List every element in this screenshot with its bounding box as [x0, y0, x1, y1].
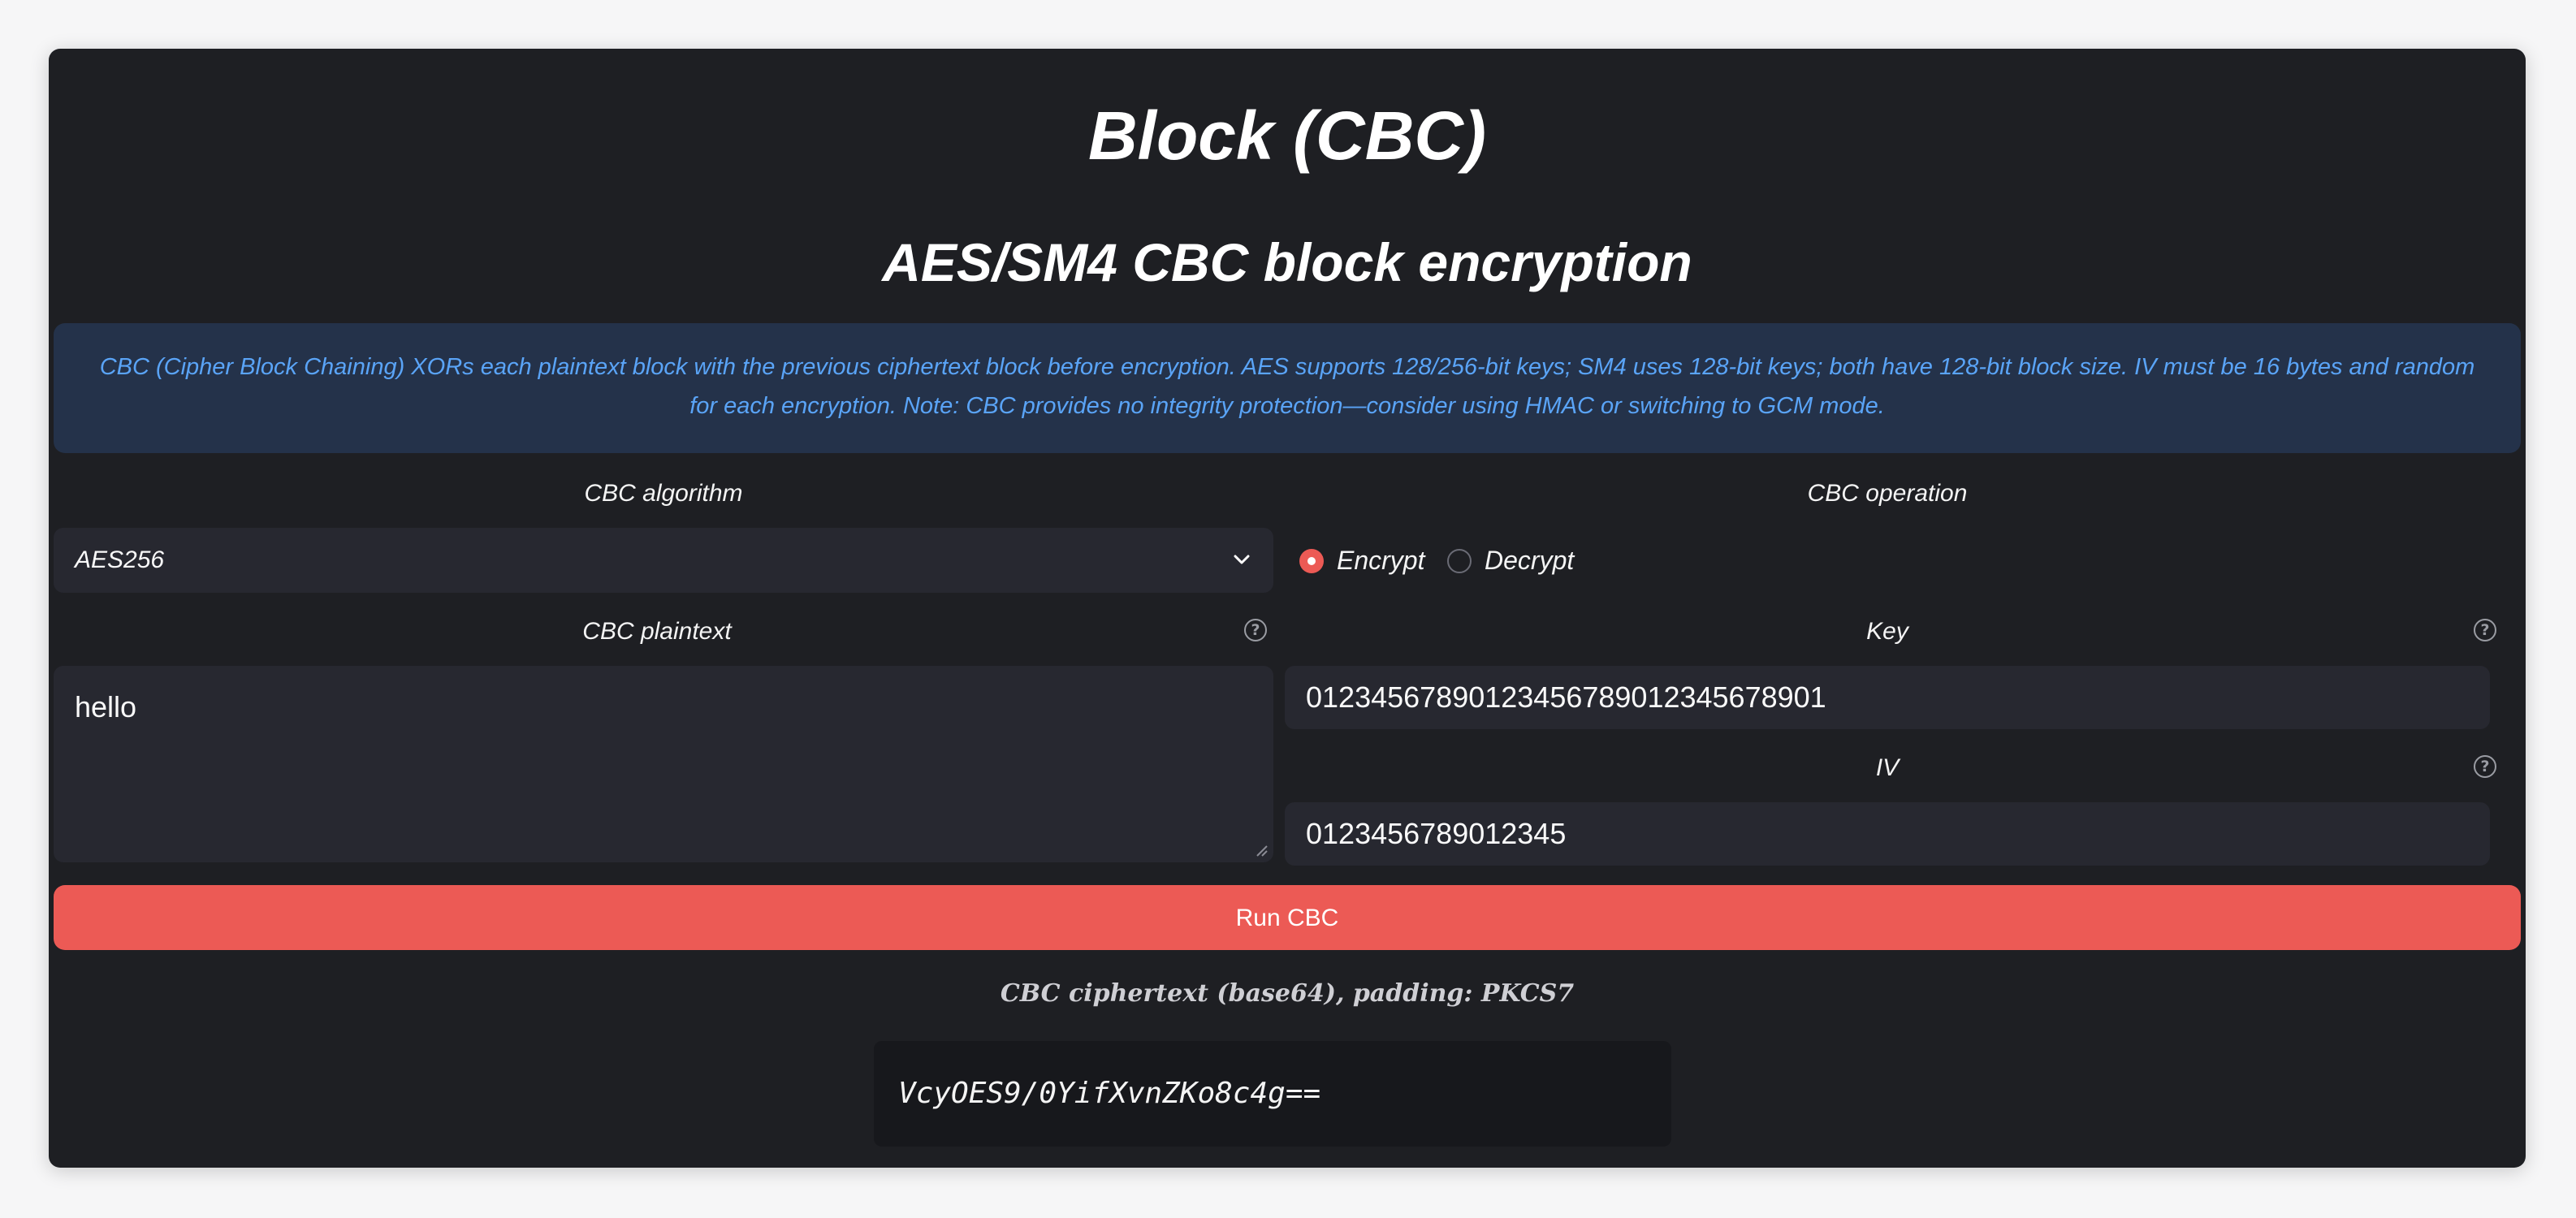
- info-text: CBC (Cipher Block Chaining) XORs each pl…: [99, 354, 2475, 419]
- page-subtitle: AES/SM4 CBC block encryption: [882, 232, 1692, 292]
- key-help-icon[interactable]: ?: [2474, 619, 2496, 641]
- radio-decrypt-label: Decrypt: [1485, 546, 1575, 575]
- key-input[interactable]: 01234567890123456789012345678901: [1285, 666, 2490, 729]
- chevron-down-icon[interactable]: [1231, 549, 1252, 570]
- ciphertext-value: VcyOES9/0YifXvnZKo8c4g==: [898, 1077, 1321, 1110]
- output-caption: CBC ciphertext (base64), padding: PKCS7: [1000, 979, 1575, 1008]
- radio-decrypt-dot[interactable]: [1447, 548, 1472, 573]
- main-panel: Block (CBC) AES/SM4 CBC block encryption…: [49, 49, 2526, 1168]
- algorithm-label: CBC algorithm: [584, 480, 743, 507]
- radio-encrypt[interactable]: Encrypt: [1299, 534, 1424, 586]
- plaintext-label: CBC plaintext: [582, 618, 732, 645]
- plaintext-value: hello: [75, 690, 137, 723]
- algorithm-selected-value: AES256: [75, 546, 165, 573]
- key-value: 01234567890123456789012345678901: [1306, 680, 1826, 714]
- resize-handle-icon[interactable]: [1254, 843, 1269, 857]
- page-title: Block (CBC): [1087, 97, 1486, 174]
- info-callout: CBC (Cipher Block Chaining) XORs each pl…: [54, 323, 2521, 453]
- key-label: Key: [1866, 618, 1908, 645]
- radio-encrypt-label: Encrypt: [1337, 546, 1425, 575]
- iv-input[interactable]: 0123456789012345: [1285, 802, 2490, 866]
- radio-decrypt[interactable]: Decrypt: [1447, 534, 1574, 586]
- iv-help-icon[interactable]: ?: [2474, 755, 2496, 778]
- run-cbc-button[interactable]: Run CBC: [54, 885, 2521, 950]
- ciphertext-output: VcyOES9/0YifXvnZKo8c4g==: [874, 1041, 1671, 1147]
- plaintext-help-icon[interactable]: ?: [1244, 619, 1267, 641]
- iv-value: 0123456789012345: [1306, 817, 1567, 850]
- operation-label: CBC operation: [1807, 480, 1968, 507]
- plaintext-textarea[interactable]: hello: [54, 666, 1273, 862]
- radio-encrypt-dot[interactable]: [1299, 548, 1324, 573]
- iv-label: IV: [1875, 754, 1900, 781]
- algorithm-select[interactable]: AES256: [54, 528, 1273, 593]
